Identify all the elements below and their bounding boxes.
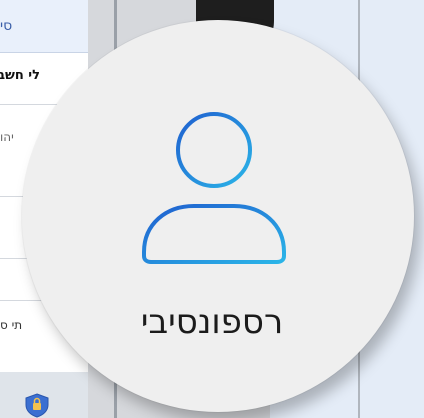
background-topbar: סי [0, 0, 88, 53]
shield-icon[interactable] [22, 392, 52, 418]
persona-circle[interactable]: רספונסיבי [22, 20, 414, 412]
persona-label: רספונסיבי [140, 302, 284, 342]
background-divider [0, 104, 60, 105]
background-row-bottom: תי ס [0, 318, 23, 332]
background-row-bold: לי חשב [0, 68, 40, 83]
user-icon [142, 112, 286, 264]
background-topbar-text: סי [0, 18, 13, 34]
background-row-light: יהו [0, 130, 14, 144]
